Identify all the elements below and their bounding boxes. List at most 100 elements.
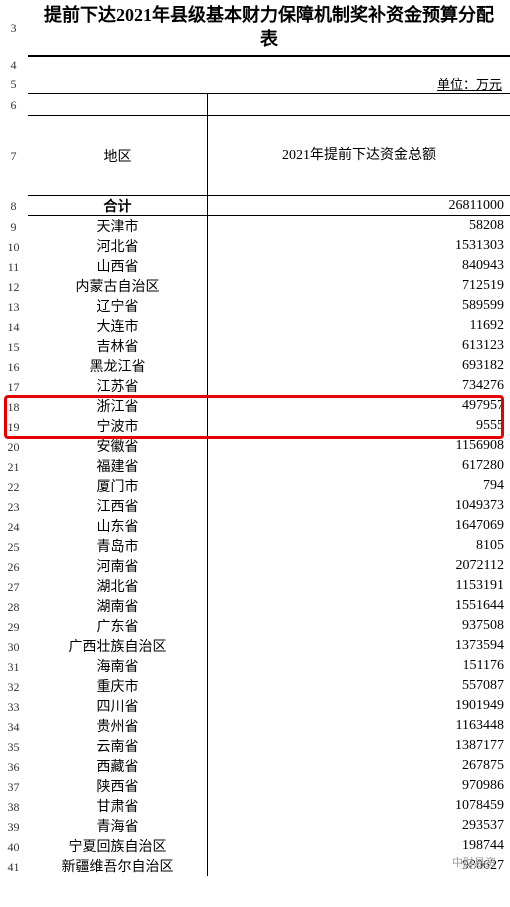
cell-amount: 1078459 (208, 796, 510, 816)
cell-amount: 1531303 (208, 236, 510, 256)
cell-amount: 937508 (208, 616, 510, 636)
table-row: 宁波市9555 (28, 416, 510, 436)
cell-region: 广东省 (28, 616, 208, 636)
row-number: 26 (0, 557, 28, 577)
cell-amount: 589599 (208, 296, 510, 316)
table-row: 贵州省1163448 (28, 716, 510, 736)
row-number: 5 (0, 74, 28, 94)
cell-amount: 840943 (208, 256, 510, 276)
total-label: 合计 (28, 196, 208, 215)
page-title: 提前下达2021年县级基本财力保障机制奖补资金预算分配表 (36, 4, 502, 51)
cell-region: 青岛市 (28, 536, 208, 556)
table-row: 湖北省1153191 (28, 576, 510, 596)
cell-region: 陕西省 (28, 776, 208, 796)
table-row: 安徽省1156908 (28, 436, 510, 456)
title-cell: 提前下达2021年县级基本财力保障机制奖补资金预算分配表 (28, 0, 510, 56)
row-number: 17 (0, 377, 28, 397)
row-number: 20 (0, 437, 28, 457)
cell-amount: 151176 (208, 656, 510, 676)
blank-row (28, 56, 510, 74)
table-row: 江苏省734276 (28, 376, 510, 396)
row-number: 15 (0, 337, 28, 357)
cell-region: 江西省 (28, 496, 208, 516)
cell-region: 湖南省 (28, 596, 208, 616)
cell-amount: 1647069 (208, 516, 510, 536)
table-row: 内蒙古自治区712519 (28, 276, 510, 296)
table-row: 新疆维吾尔自治区980627 (28, 856, 510, 876)
row-number: 23 (0, 497, 28, 517)
spreadsheet-content: 提前下达2021年县级基本财力保障机制奖补资金预算分配表 单位：万元 地区 20… (28, 0, 510, 876)
row-number: 36 (0, 757, 28, 777)
table-row: 浙江省497957 (28, 396, 510, 416)
row-number: 35 (0, 737, 28, 757)
row-number: 9 (0, 217, 28, 237)
cell-region: 海南省 (28, 656, 208, 676)
table-row: 黑龙江省693182 (28, 356, 510, 376)
cell-region: 厦门市 (28, 476, 208, 496)
row-number: 7 (0, 116, 28, 196)
row-number: 11 (0, 257, 28, 277)
row-number: 37 (0, 777, 28, 797)
total-row: 合计 26811000 (28, 196, 510, 216)
cell-amount: 1901949 (208, 696, 510, 716)
table-row: 西藏省267875 (28, 756, 510, 776)
table-row: 陕西省970986 (28, 776, 510, 796)
table-row: 青岛市8105 (28, 536, 510, 556)
cell-amount: 1153191 (208, 576, 510, 596)
cell-region: 辽宁省 (28, 296, 208, 316)
cell-amount: 1387177 (208, 736, 510, 756)
row-number: 32 (0, 677, 28, 697)
row-number: 13 (0, 297, 28, 317)
table-row: 厦门市794 (28, 476, 510, 496)
cell-region: 浙江省 (28, 396, 208, 416)
row-number: 22 (0, 477, 28, 497)
row-number: 29 (0, 617, 28, 637)
table-row: 青海省293537 (28, 816, 510, 836)
cell-region: 黑龙江省 (28, 356, 208, 376)
row-number: 4 (0, 56, 28, 74)
cell-amount: 617280 (208, 456, 510, 476)
table-row: 海南省151176 (28, 656, 510, 676)
table-row: 广东省937508 (28, 616, 510, 636)
total-value: 26811000 (208, 196, 510, 215)
row-number: 3 (0, 0, 28, 56)
cell-amount: 1163448 (208, 716, 510, 736)
cell-region: 青海省 (28, 816, 208, 836)
cell-region: 福建省 (28, 456, 208, 476)
cell-amount: 693182 (208, 356, 510, 376)
cell-region: 湖北省 (28, 576, 208, 596)
row-number: 25 (0, 537, 28, 557)
unit-row: 单位：万元 (28, 74, 510, 94)
row-number: 10 (0, 237, 28, 257)
row-number: 38 (0, 797, 28, 817)
row-number: 40 (0, 837, 28, 857)
cell-amount: 11692 (208, 316, 510, 336)
cell-amount: 9555 (208, 416, 510, 436)
table-row: 大连市11692 (28, 316, 510, 336)
header-blank-region (28, 94, 208, 115)
cell-amount: 267875 (208, 756, 510, 776)
cell-amount: 1373594 (208, 636, 510, 656)
cell-amount: 613123 (208, 336, 510, 356)
cell-region: 贵州省 (28, 716, 208, 736)
cell-amount: 970986 (208, 776, 510, 796)
unit-label: 单位：万元 (437, 77, 502, 92)
table-row: 河北省1531303 (28, 236, 510, 256)
table-row: 吉林省613123 (28, 336, 510, 356)
table-row: 江西省1049373 (28, 496, 510, 516)
row-number: 14 (0, 317, 28, 337)
cell-region: 山西省 (28, 256, 208, 276)
cell-amount: 557087 (208, 676, 510, 696)
row-number: 41 (0, 857, 28, 877)
cell-amount: 198744 (208, 836, 510, 856)
table-row: 山西省840943 (28, 256, 510, 276)
row-number: 39 (0, 817, 28, 837)
table-row: 福建省617280 (28, 456, 510, 476)
header-amount: 2021年提前下达资金总额 (208, 116, 510, 195)
cell-amount: 58208 (208, 216, 510, 236)
row-number: 27 (0, 577, 28, 597)
table-row: 辽宁省589599 (28, 296, 510, 316)
row-number: 19 (0, 417, 28, 437)
cell-amount: 794 (208, 476, 510, 496)
table-row: 山东省1647069 (28, 516, 510, 536)
